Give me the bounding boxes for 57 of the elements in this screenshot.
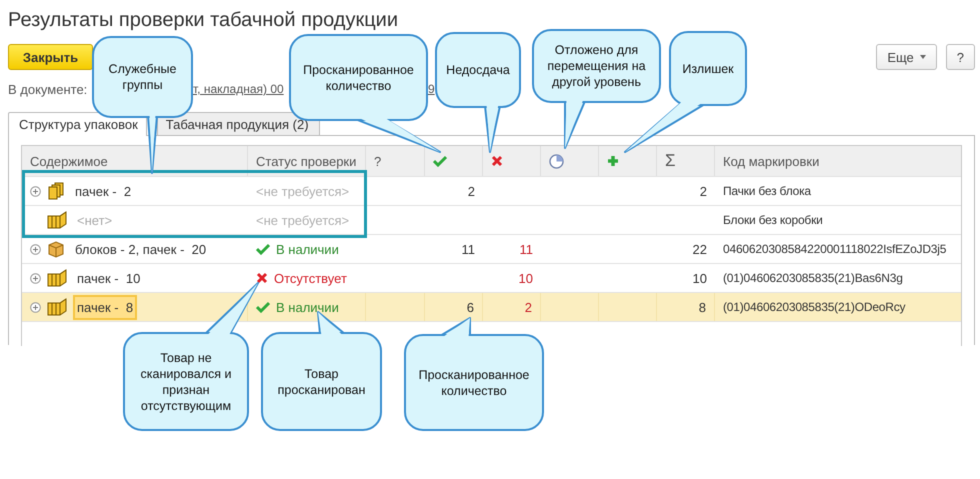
column-header[interactable]: Содержимое [30,154,108,168]
document-link[interactable]: т, накладная) 00 [193,82,284,96]
marking-code: Блоки без коробки [723,213,823,227]
callout-text: Излишек [682,60,734,76]
expand-icon[interactable] [30,186,41,196]
shortage-count: 10 [518,270,533,286]
expand-icon[interactable] [30,272,41,284]
close-button[interactable]: Закрыть [8,44,93,70]
callout-text: Недосдача [446,62,510,78]
total-count: 2 [700,184,707,198]
status-text: <не требуется> [256,184,350,198]
plus-icon [607,155,619,167]
content-text: пачек - 10 [76,270,142,288]
clock-icon [549,154,564,168]
scanned-count: 2 [468,184,475,198]
content-text: пачек - 8 [73,294,138,320]
callout-text: Товар просканирован [276,366,366,398]
status-text: Отсутствует [274,270,347,286]
shortage-count: 2 [524,300,532,314]
callout-text: Отложено для перемещения на другой уровень [546,42,647,90]
marking-code: Пачки без блока [723,184,811,198]
marking-code: (01)04606203085835(21)Bas6N3g [723,271,903,285]
content-text: пачек - 2 [74,182,132,200]
tab[interactable]: Табачная продукция (2) [156,112,320,136]
callout-text: Просканированное количество [302,62,415,94]
expand-icon[interactable] [30,302,41,312]
content-text: блоков - 2, пачек - 20 [74,240,208,258]
caret-icon [920,55,926,59]
more-button[interactable]: Еще [876,44,937,70]
callout-text: Просканированное количество [418,366,530,398]
shortage-count: 11 [520,242,533,256]
check-icon [433,155,447,167]
column-header[interactable]: ? [374,154,382,168]
status-text: В наличии [276,300,339,314]
total-count: 22 [692,242,707,256]
help-button[interactable]: ? [946,44,975,70]
marking-code: (01)04606203085835(21)ODeoRcy [723,300,906,314]
column-header[interactable]: Σ [665,151,676,171]
callout-text: Товар не сканировался и признан отсутствующим [140,350,232,414]
scanned-count: 6 [466,300,474,314]
document-label: В документе: [8,82,88,96]
expand-icon[interactable] [30,244,41,254]
column-header[interactable]: Код маркировки [723,154,820,168]
window-title: Результаты проверки табачной продукции [8,8,399,32]
callout-text: Служебные группы [108,61,178,93]
marking-code: 0460620308584220001118022IsfEZoJD3j5 [723,242,946,256]
document-link[interactable]: 9 [428,82,435,96]
column-header[interactable]: Статус проверки [256,154,356,168]
cross-icon [491,155,503,167]
content-text: <нет> [76,212,114,230]
status-text: В наличии [276,242,339,256]
status-text: <не требуется> [256,212,350,228]
tab[interactable]: Структура упаковок [8,112,147,136]
total-count: 10 [692,270,707,286]
table-row[interactable]: пачек - 8 В наличии 6 2 8 (01)04606203085835(21)ODeoRcy [22,293,961,322]
scanned-count: 11 [462,242,475,256]
total-count: 8 [698,300,706,314]
